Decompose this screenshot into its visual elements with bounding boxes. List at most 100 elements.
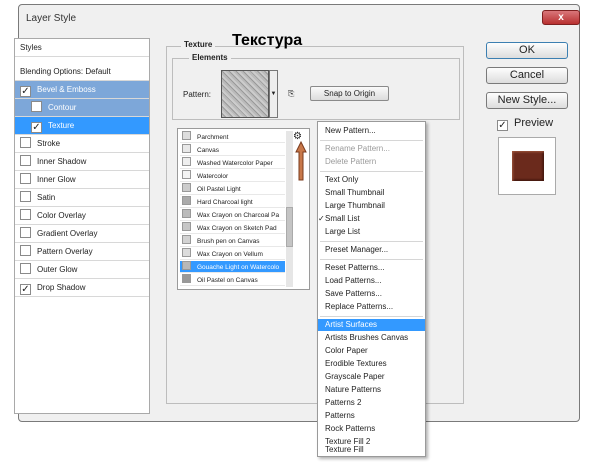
pattern-item-selected[interactable]: Gouache Light on Watercolo [180, 261, 285, 273]
checkmark-icon: ✓ [318, 214, 325, 223]
menu-library-item[interactable]: Nature Patterns [318, 384, 425, 396]
pattern-thumb [182, 274, 191, 283]
style-item-bevel-emboss[interactable]: ✓ Bevel & Emboss [15, 81, 149, 99]
menu-small-thumbnail[interactable]: Small Thumbnail [318, 187, 425, 199]
pattern-label: Pattern: [183, 90, 212, 99]
window-title: Layer Style [26, 13, 77, 24]
checkbox-texture[interactable]: ✓ [31, 122, 42, 133]
menu-library-item[interactable]: Patterns [318, 410, 425, 422]
pattern-item[interactable]: Hard Charcoal light [180, 196, 285, 208]
menu-library-item[interactable]: Artists Brushes Canvas [318, 332, 425, 344]
pattern-item[interactable]: Oil Pastel on Canvas [180, 274, 285, 286]
pattern-item[interactable]: Brush pen on Canvas [180, 235, 285, 247]
new-preset-icon[interactable]: ⎘ [288, 89, 294, 99]
style-item-gradient-overlay[interactable]: Gradient Overlay [15, 225, 149, 243]
pattern-picker: Parchment Canvas Washed Watercolor Paper… [177, 128, 310, 290]
pattern-dropdown-arrow-icon[interactable]: ▼ [269, 70, 278, 118]
up-arrow-icon [295, 140, 307, 181]
menu-load-patterns[interactable]: Load Patterns... [318, 275, 425, 287]
style-item-inner-shadow[interactable]: Inner Shadow [15, 153, 149, 171]
menu-large-thumbnail[interactable]: Large Thumbnail [318, 200, 425, 212]
menu-library-item[interactable]: Rock Patterns [318, 423, 425, 435]
pattern-thumb [182, 144, 191, 153]
title-bar: Layer Style x [19, 5, 580, 31]
menu-separator [320, 171, 423, 172]
close-button[interactable]: x [542, 10, 580, 25]
menu-library-item[interactable]: Grayscale Paper [318, 371, 425, 383]
menu-separator [320, 140, 423, 141]
pattern-item[interactable]: Wax Crayon on Vellum [180, 248, 285, 260]
menu-replace-patterns[interactable]: Replace Patterns... [318, 301, 425, 313]
style-item-satin[interactable]: Satin [15, 189, 149, 207]
pattern-thumb [182, 157, 191, 166]
pattern-thumb [182, 248, 191, 257]
menu-text-only[interactable]: Text Only [318, 174, 425, 186]
style-preview [498, 137, 556, 195]
preview-sample [512, 151, 544, 181]
pattern-item[interactable]: Parchment [180, 131, 285, 143]
menu-separator [320, 241, 423, 242]
preview-toggle[interactable]: ✓ Preview [497, 117, 553, 131]
style-item-stroke[interactable]: Stroke [15, 135, 149, 153]
styles-header[interactable]: Styles [15, 39, 149, 57]
menu-small-list[interactable]: ✓ Small List [318, 213, 425, 225]
menu-separator [320, 259, 423, 260]
pattern-thumb [182, 222, 191, 231]
style-item-pattern-overlay[interactable]: Pattern Overlay [15, 243, 149, 261]
menu-library-item[interactable]: Patterns 2 [318, 397, 425, 409]
style-item-drop-shadow[interactable]: ✓ Drop Shadow [15, 279, 149, 297]
snap-to-origin-button[interactable]: Snap to Origin [310, 86, 389, 101]
checkbox-bevel-emboss[interactable]: ✓ [20, 86, 31, 97]
pattern-item[interactable]: Canvas [180, 144, 285, 156]
texture-annotation: Текстура [232, 32, 303, 49]
ok-button[interactable]: OK [486, 42, 568, 59]
menu-save-patterns[interactable]: Save Patterns... [318, 288, 425, 300]
checkbox-satin[interactable] [20, 191, 31, 202]
menu-new-pattern[interactable]: New Pattern... [318, 125, 425, 137]
styles-panel: Styles Blending Options: Default ✓ Bevel … [14, 38, 150, 414]
pattern-context-menu: New Pattern... Rename Pattern... Delete … [317, 121, 426, 457]
pattern-thumb [182, 196, 191, 205]
checkbox-stroke[interactable] [20, 137, 31, 148]
pattern-thumb [182, 261, 191, 270]
pattern-thumb [182, 235, 191, 244]
checkbox-contour[interactable] [31, 101, 42, 112]
pattern-item[interactable]: Watercolor [180, 170, 285, 182]
checkbox-outer-glow[interactable] [20, 263, 31, 274]
menu-library-item[interactable]: Texture Fill [318, 444, 425, 456]
menu-rename-pattern[interactable]: Rename Pattern... [318, 143, 425, 155]
pattern-thumb [182, 170, 191, 179]
picker-scrollbar[interactable] [286, 131, 293, 287]
pattern-thumb [182, 131, 191, 140]
style-item-texture[interactable]: ✓ Texture [15, 117, 149, 135]
checkbox-inner-glow[interactable] [20, 173, 31, 184]
menu-delete-pattern[interactable]: Delete Pattern [318, 156, 425, 168]
scroll-thumb[interactable] [286, 207, 293, 247]
checkbox-drop-shadow[interactable]: ✓ [20, 284, 31, 295]
style-item-inner-glow[interactable]: Inner Glow [15, 171, 149, 189]
menu-preset-manager[interactable]: Preset Manager... [318, 244, 425, 256]
pattern-item[interactable]: Wax Crayon on Charcoal Pa [180, 209, 285, 221]
pattern-item[interactable]: Washed Watercolor Paper [180, 157, 285, 169]
checkbox-inner-shadow[interactable] [20, 155, 31, 166]
menu-reset-patterns[interactable]: Reset Patterns... [318, 262, 425, 274]
style-item-color-overlay[interactable]: Color Overlay [15, 207, 149, 225]
menu-library-artist-surfaces[interactable]: Artist Surfaces [318, 319, 425, 331]
cancel-button[interactable]: Cancel [486, 67, 568, 84]
menu-library-item[interactable]: Color Paper [318, 345, 425, 357]
blending-options[interactable]: Blending Options: Default [15, 63, 149, 81]
menu-library-item[interactable]: Erodible Textures [318, 358, 425, 370]
style-item-outer-glow[interactable]: Outer Glow [15, 261, 149, 279]
new-style-button[interactable]: New Style... [486, 92, 568, 109]
checkbox-color-overlay[interactable] [20, 209, 31, 220]
checkbox-gradient-overlay[interactable] [20, 227, 31, 238]
pattern-item[interactable]: Oil Pastel Light [180, 183, 285, 195]
style-item-contour[interactable]: Contour [15, 99, 149, 117]
pattern-item[interactable]: Wax Crayon on Sketch Pad [180, 222, 285, 234]
preview-checkbox[interactable]: ✓ [497, 120, 508, 131]
menu-large-list[interactable]: Large List [318, 226, 425, 238]
texture-legend: Texture [181, 40, 216, 49]
pattern-swatch[interactable] [221, 70, 269, 118]
pattern-thumb [182, 209, 191, 218]
checkbox-pattern-overlay[interactable] [20, 245, 31, 256]
